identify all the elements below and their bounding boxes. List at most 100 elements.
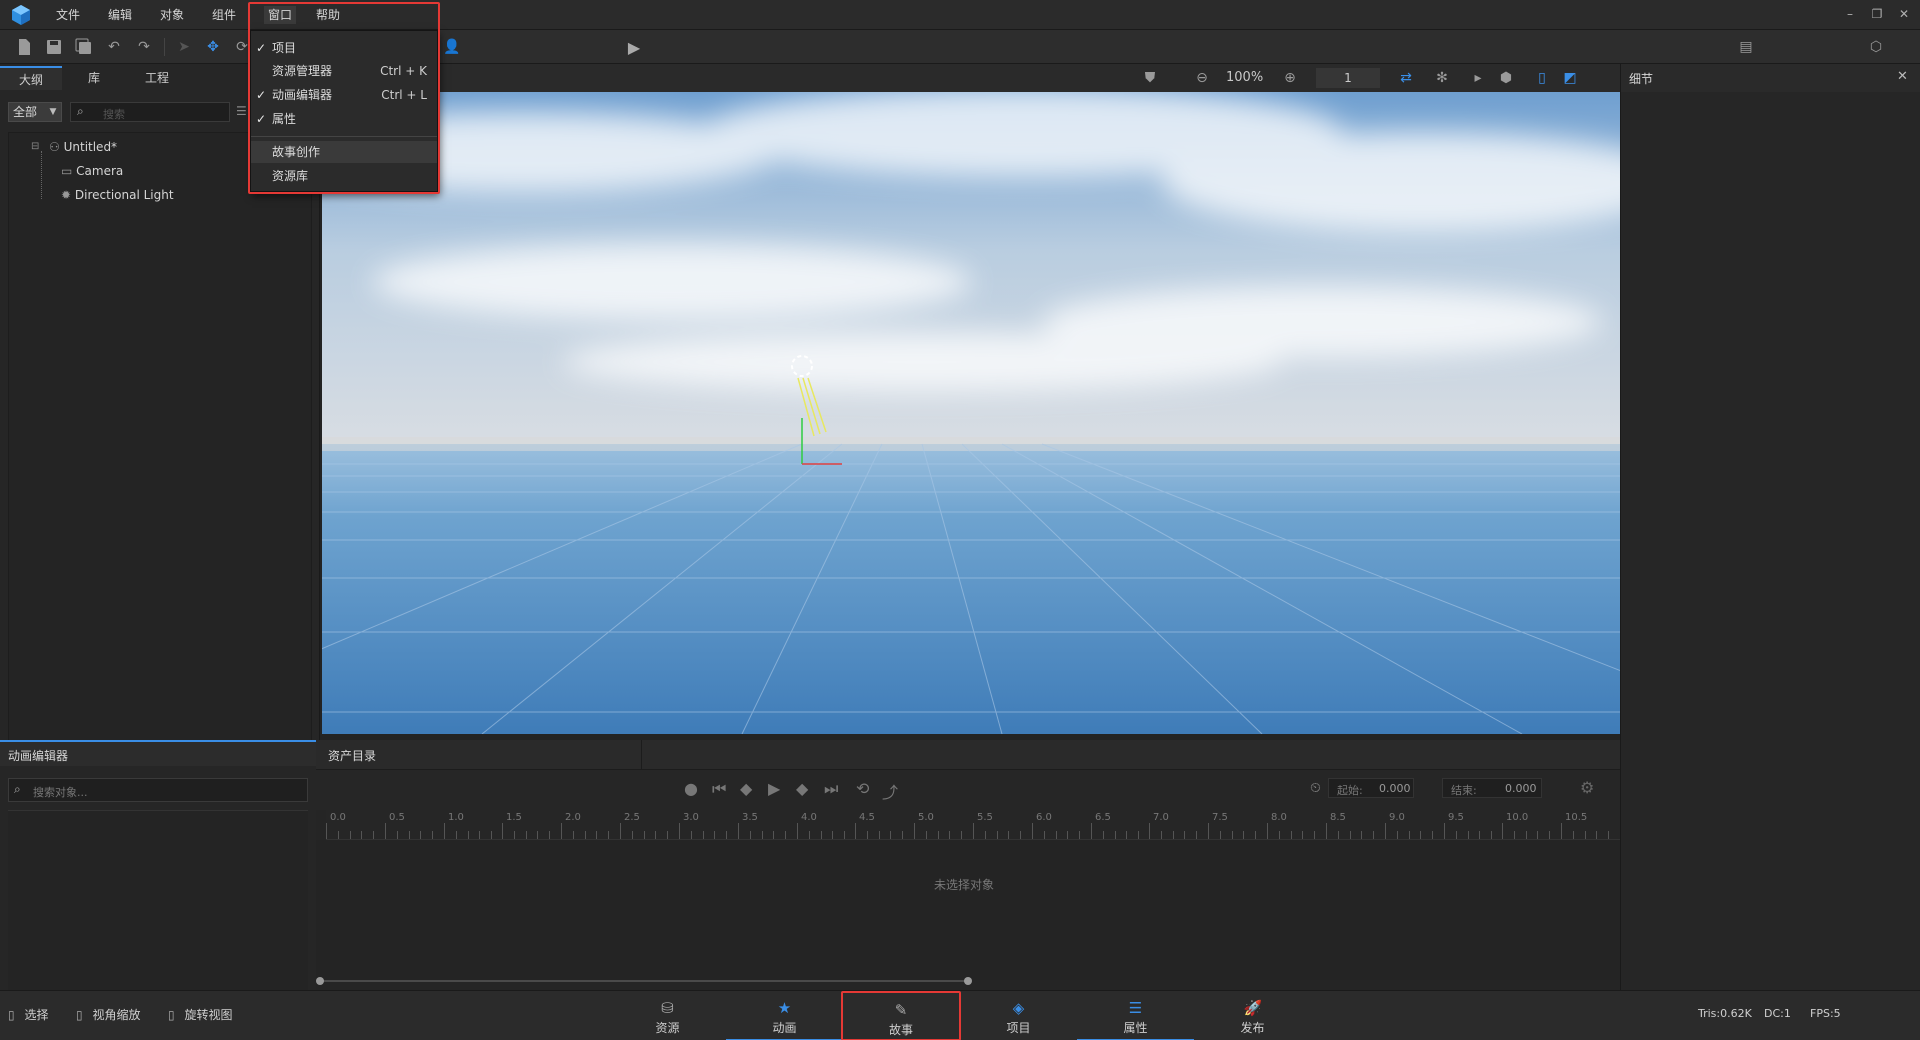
zoom-in-icon[interactable]: ⊕ xyxy=(1280,68,1300,88)
ruler-tick xyxy=(1526,831,1527,839)
ruler-tick xyxy=(432,831,433,839)
tree-item-root[interactable]: ⚇ Untitled* xyxy=(49,137,117,157)
ruler-tick xyxy=(596,831,597,839)
ruler-label: 2.0 xyxy=(565,812,581,823)
menu-help[interactable]: 帮助 xyxy=(316,6,340,24)
restore-icon[interactable]: ❐ xyxy=(1870,7,1884,21)
save-all-icon[interactable] xyxy=(74,37,94,57)
ruler-tick xyxy=(1091,823,1092,839)
tool-rotate-view[interactable]: ▯ 旋转视图 xyxy=(168,1006,232,1026)
nav-properties[interactable]: ☰ 属性 xyxy=(1077,991,1194,1040)
collapse-icon[interactable]: ⊟ xyxy=(31,141,39,152)
menu-edit[interactable]: 编辑 xyxy=(108,6,132,24)
ruler-tick xyxy=(1314,831,1315,839)
menu-object[interactable]: 对象 xyxy=(160,6,184,24)
ruler-tick xyxy=(644,831,645,839)
ruler-tick xyxy=(1549,831,1550,839)
filter-select[interactable]: 全部 ▼ xyxy=(8,102,62,122)
scrollbar-handle-right[interactable] xyxy=(964,977,972,985)
minimize-icon[interactable]: – xyxy=(1843,7,1857,21)
phone-icon[interactable]: ▯ xyxy=(1532,68,1552,88)
list-options-icon[interactable]: ☰ xyxy=(236,104,247,118)
loop-icon[interactable]: ⟲ xyxy=(856,779,869,798)
nav-animation[interactable]: ★ 动画 xyxy=(726,991,843,1040)
ruler-tick xyxy=(491,831,492,839)
close-window-icon[interactable]: ✕ xyxy=(1897,7,1911,21)
outline-search-input[interactable]: ⌕ 搜索 xyxy=(70,102,230,122)
menu-item-properties[interactable]: ✓ 属性 xyxy=(251,108,437,130)
tool-select[interactable]: ▯ 选择 xyxy=(8,1006,48,1026)
sync-icon[interactable]: ⇄ xyxy=(1396,68,1416,88)
play-icon[interactable]: ▶ xyxy=(624,37,644,57)
rotate-tool-icon[interactable]: ⟳ xyxy=(232,37,252,57)
tab-outline[interactable]: 大纲 xyxy=(0,66,62,90)
scrollbar-handle-left[interactable] xyxy=(316,977,324,985)
preview-person-icon[interactable]: 👤 xyxy=(442,37,462,57)
menu-component[interactable]: 组件 xyxy=(212,6,236,24)
new-file-icon[interactable] xyxy=(14,37,34,57)
prev-key-icon[interactable]: ◆ xyxy=(740,779,752,798)
menu-item-asset-manager[interactable]: 资源管理器 Ctrl + K xyxy=(251,60,437,82)
scene-viewport[interactable] xyxy=(322,92,1620,734)
timeline-tracks[interactable]: 未选择对象 xyxy=(316,840,1620,980)
ruler-label: 10.5 xyxy=(1565,812,1588,823)
skip-end-icon[interactable]: ⏭ xyxy=(824,779,838,799)
menu-item-project[interactable]: ✓ 项目 xyxy=(251,37,437,59)
close-icon[interactable]: ✕ xyxy=(1897,69,1908,84)
timeline-scrollbar[interactable] xyxy=(316,976,1620,986)
menu-file[interactable]: 文件 xyxy=(56,6,80,24)
ruler-tick xyxy=(373,831,374,839)
menu-item-animation-editor[interactable]: ✓ 动画编辑器 Ctrl + L xyxy=(251,84,437,106)
tab-asset-directory[interactable]: 资产目录 xyxy=(322,740,642,770)
record-icon[interactable]: ● xyxy=(684,779,698,798)
gear-icon[interactable]: ✻ xyxy=(1432,68,1452,88)
tab-project[interactable]: 工程 xyxy=(126,66,188,90)
gear-icon[interactable]: ⚙ xyxy=(1580,778,1594,797)
nav-label: 故事 xyxy=(888,1023,913,1037)
layout-icon[interactable]: ▤ xyxy=(1736,37,1756,57)
ruler-tick xyxy=(444,823,445,839)
ruler-label: 5.5 xyxy=(977,812,993,823)
tree-item-directional-light[interactable]: ✹ Directional Light xyxy=(61,185,174,205)
cube-icon[interactable]: ⬢ xyxy=(1496,68,1516,88)
tree-item-camera[interactable]: ▭ Camera xyxy=(61,161,123,181)
ruler-tick xyxy=(1115,831,1116,839)
start-label: 起始: xyxy=(1337,784,1363,797)
ruler-label: 4.5 xyxy=(859,812,875,823)
settings-hex-icon[interactable]: ⬡ xyxy=(1866,37,1886,57)
ruler-tick xyxy=(1255,831,1256,839)
end-time-field[interactable]: 结束: 0.000 xyxy=(1442,778,1542,798)
tris-count: Tris:0.62K xyxy=(1698,1007,1752,1020)
nav-publish[interactable]: 🚀 发布 xyxy=(1194,991,1311,1040)
anim-search-input[interactable]: ⌕ 搜索对象... xyxy=(8,778,308,802)
save-icon[interactable] xyxy=(44,37,64,57)
next-key-icon[interactable]: ◆ xyxy=(796,779,808,798)
tab-library[interactable]: 库 xyxy=(64,66,124,90)
grid-toggle-icon[interactable]: ◩ xyxy=(1560,68,1580,88)
ruler-tick xyxy=(867,831,868,839)
select-arrow-icon[interactable]: ➤ xyxy=(174,37,194,57)
video-camera-icon[interactable]: ▸ xyxy=(1468,68,1488,88)
timeline-ruler[interactable]: 0.0 0.5 1.0 1.5 2.0 2.5 3.0 3.5 4.0 4.5 5.0 5.5 6.0 6… xyxy=(326,810,1620,840)
clock-icon[interactable]: ⏲ xyxy=(1310,780,1321,796)
menu-window[interactable]: 窗口 xyxy=(264,6,297,24)
tool-zoom-view[interactable]: ▯ 视角缩放 xyxy=(76,1006,140,1026)
undo-icon[interactable]: ↶ xyxy=(104,37,124,57)
play-icon[interactable]: ▶ xyxy=(768,779,780,798)
nav-story[interactable]: ✎ 故事 xyxy=(841,991,961,1040)
curve-icon[interactable]: ⤴ xyxy=(882,779,898,803)
menu-item-story-creation[interactable]: 故事创作 xyxy=(251,141,437,163)
redo-icon[interactable]: ↷ xyxy=(134,37,154,57)
shield-icon[interactable]: ⛊ xyxy=(1140,68,1160,88)
zoom-out-icon[interactable]: ⊖ xyxy=(1192,68,1212,88)
menu-item-label: 资源库 xyxy=(272,169,309,183)
ruler-tick xyxy=(561,823,562,839)
menu-item-resource-library[interactable]: 资源库 xyxy=(251,165,437,187)
move-tool-icon[interactable]: ✥ xyxy=(203,37,223,57)
skip-start-icon[interactable]: ⏮ xyxy=(712,779,726,799)
start-time-field[interactable]: 起始: 0.000 xyxy=(1328,778,1414,798)
nav-project[interactable]: ◈ 项目 xyxy=(960,991,1077,1040)
end-label: 结束: xyxy=(1451,784,1477,797)
nav-assets[interactable]: ⛁ 资源 xyxy=(609,991,726,1040)
frame-input[interactable]: 1 xyxy=(1316,68,1380,88)
